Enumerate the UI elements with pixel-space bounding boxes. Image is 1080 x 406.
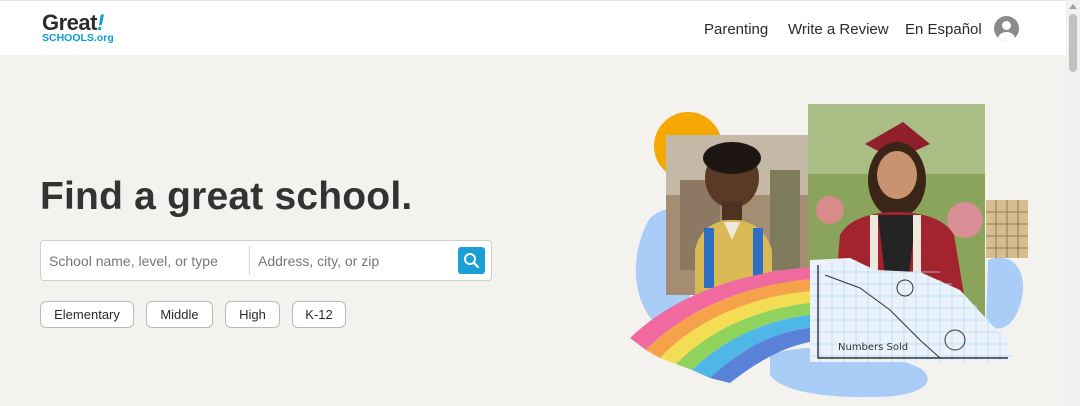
nav-en-espanol[interactable]: En Español <box>905 19 982 41</box>
school-search-input[interactable] <box>41 241 249 280</box>
hero-title: Find a great school. <box>40 175 413 218</box>
filter-chip-k12[interactable]: K-12 <box>292 301 346 328</box>
vertical-scrollbar[interactable] <box>1066 0 1080 406</box>
filter-chip-elementary[interactable]: Elementary <box>40 301 134 328</box>
scroll-thumb[interactable] <box>1069 14 1077 72</box>
nav-parenting[interactable]: Parenting <box>704 19 768 41</box>
site-header: Great! SCHOOLS.org Parenting Write a Rev… <box>0 0 1066 55</box>
search-bar <box>40 240 492 281</box>
nav-write-a-review[interactable]: Write a Review <box>788 19 889 41</box>
user-avatar-icon[interactable] <box>994 16 1019 41</box>
plaid-square <box>986 200 1028 258</box>
search-icon <box>464 253 480 269</box>
graph-caption: Numbers Sold <box>838 342 908 353</box>
page: Great! SCHOOLS.org Parenting Write a Rev… <box>0 0 1080 406</box>
filter-chip-middle[interactable]: Middle <box>146 301 213 328</box>
blue-blob-right <box>986 257 1024 329</box>
scroll-up-arrow-icon[interactable] <box>1069 4 1077 9</box>
search-button[interactable] <box>458 247 485 274</box>
filter-chip-high[interactable]: High <box>225 301 280 328</box>
greatschools-logo[interactable]: Great! SCHOOLS.org <box>42 12 122 46</box>
hero-illustration: Numbers Sold <box>630 104 1028 398</box>
address-search-input[interactable] <box>250 241 450 280</box>
logo-subtext: SCHOOLS.org <box>42 32 114 44</box>
